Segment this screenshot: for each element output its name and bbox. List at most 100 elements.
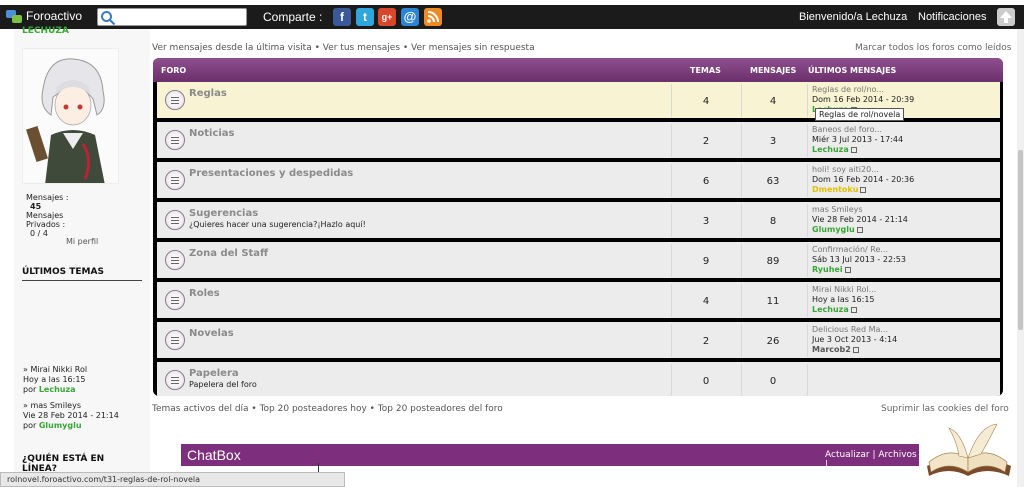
google-plus-icon[interactable]: g+	[378, 8, 396, 26]
column-divider	[671, 364, 672, 396]
last-post-date: Dom 16 Feb 2014 - 20:39	[812, 95, 915, 104]
forum-title[interactable]: Roles	[189, 288, 220, 299]
last-post-title[interactable]: Confirmación/ Re...	[812, 245, 906, 255]
forum-post-count: 89	[766, 256, 780, 267]
forum-row[interactable]: Sugerencias ¿Quieres hacer una sugerencia…	[157, 202, 1000, 240]
forum-title[interactable]: Reglas	[189, 88, 227, 99]
delete-cookies-link[interactable]: Suprimir las cookies del foro	[881, 404, 1009, 414]
forum-post-count: 4	[769, 96, 777, 107]
forum-title[interactable]: Noticias	[189, 128, 235, 139]
column-divider	[807, 84, 808, 117]
last-post-user[interactable]: Ryuhei	[812, 265, 843, 274]
go-to-last-post-icon[interactable]	[856, 227, 863, 233]
search-box[interactable]	[97, 8, 247, 26]
latest-topic-by: por	[23, 385, 37, 394]
column-divider	[671, 164, 672, 197]
forum-title[interactable]: Papelera	[189, 368, 239, 379]
header-foro: FORO	[161, 66, 187, 75]
forum-title[interactable]: Sugerencias	[189, 208, 258, 219]
forum-topic-count: 2	[702, 336, 710, 347]
avatar[interactable]	[22, 48, 119, 184]
search-input[interactable]	[118, 10, 243, 24]
rss-icon[interactable]	[424, 8, 442, 26]
forum-title[interactable]: Presentaciones y despedidas	[189, 168, 353, 179]
private-messages-count: 0 / 4	[30, 229, 48, 238]
mark-all-read-link[interactable]: Marcar todos los foros como leídos	[855, 43, 1011, 53]
forum-last-post: holi! soy aiti20... Dom 16 Feb 2014 - 20:…	[812, 165, 914, 195]
go-to-last-post-icon[interactable]	[860, 187, 867, 193]
notifications-link[interactable]: Notificaciones	[918, 11, 986, 23]
my-profile-link[interactable]: Mi perfil	[66, 237, 98, 246]
footer-links[interactable]: Temas activos del día • Top 20 posteador…	[152, 404, 503, 414]
latest-topic-item[interactable]: » Mirai Nikki Rol Hoy a las 16:15 por Le…	[23, 365, 87, 395]
last-post-title[interactable]: Delicious Red Ma...	[812, 325, 897, 335]
scrollbar-thumb[interactable]	[1018, 150, 1023, 330]
forum-row[interactable]: Noticias 2 3 Baneos del foro... Miér 3 Jul 2…	[157, 122, 1000, 160]
forum-topic-count: 0	[702, 376, 710, 387]
latest-topic-date: Vie 28 Feb 2014 - 21:14	[23, 411, 119, 420]
go-to-last-post-icon[interactable]	[852, 347, 859, 353]
forum-post-count: 63	[766, 176, 780, 187]
forum-row[interactable]: Zona del Staff 9 89 Confirmación/ Re... Sáb …	[157, 242, 1000, 280]
forum-status-icon	[165, 250, 185, 270]
column-divider	[741, 204, 742, 237]
forum-row[interactable]: Roles 4 11 Mirai Nikki Rol... Hoy a las 16:1…	[157, 282, 1000, 320]
forum-status-icon	[165, 370, 185, 390]
go-to-last-post-icon[interactable]	[850, 147, 857, 153]
column-divider	[741, 324, 742, 357]
forum-row[interactable]: Presentaciones y despedidas 6 63 holi! soy …	[157, 162, 1000, 200]
column-divider	[671, 284, 672, 317]
header-mensajes: MENSAJES	[750, 66, 797, 75]
last-post-title[interactable]: Baneos del foro...	[812, 125, 903, 135]
latest-topic-item[interactable]: » mas Smileys Vie 28 Feb 2014 - 21:14 po…	[23, 401, 119, 431]
latest-topic-user[interactable]: Glumyglu	[39, 421, 82, 430]
last-post-user[interactable]: Lechuza	[812, 145, 849, 154]
latest-topic-user[interactable]: Lechuza	[39, 385, 76, 394]
forum-post-count: 26	[766, 336, 780, 347]
forum-title[interactable]: Zona del Staff	[189, 248, 268, 259]
last-post-title[interactable]: mas Smileys	[812, 205, 908, 215]
column-divider	[807, 364, 808, 396]
go-to-last-post-icon[interactable]	[850, 307, 857, 313]
column-divider	[741, 84, 742, 117]
email-icon[interactable]: @	[401, 8, 419, 26]
forum-last-post: Delicious Red Ma... Jue 3 Oct 2013 - 4:14…	[812, 325, 897, 355]
go-to-last-post-icon[interactable]	[844, 267, 851, 273]
scroll-up-icon[interactable]	[997, 8, 1015, 26]
facebook-icon[interactable]: f	[333, 8, 351, 26]
latest-topics-heading: ÚLTIMOS TEMAS	[22, 267, 142, 281]
last-post-title[interactable]: Mirai Nikki Rol...	[812, 285, 876, 295]
welcome-user-link[interactable]: Bienvenido/a Lechuza	[799, 11, 907, 23]
forum-title[interactable]: Novelas	[189, 328, 234, 339]
header-ultimos: ÚLTIMOS MENSAJES	[808, 66, 897, 75]
forum-row[interactable]: Papelera Papelera del foro 0 0	[157, 362, 1000, 396]
column-divider	[671, 324, 672, 357]
last-post-date: Miér 3 Jul 2013 - 17:44	[812, 135, 904, 144]
forum-post-count: 11	[766, 296, 780, 307]
forum-topic-count: 9	[702, 256, 710, 267]
forum-last-post: Baneos del foro... Miér 3 Jul 2013 - 17:4…	[812, 125, 903, 155]
foroactivo-logo-icon	[6, 9, 22, 23]
latest-topic-title[interactable]: » mas Smileys	[23, 401, 119, 411]
forum-status-icon	[165, 170, 185, 190]
last-post-user[interactable]: Lechuza	[812, 305, 849, 314]
latest-topic-title[interactable]: » Mirai Nikki Rol	[23, 365, 87, 375]
last-post-title[interactable]: Reglas de rol/no...	[812, 85, 914, 95]
main-top-links[interactable]: Ver mensajes desde la última visita • Ve…	[152, 43, 535, 53]
last-post-user[interactable]: Marcob2	[812, 345, 851, 354]
brand-logo[interactable]: Foroactivo	[6, 9, 82, 23]
last-post-title[interactable]: holi! soy aiti20...	[812, 165, 914, 175]
top-toolbar: Foroactivo Comparte : f t g+ @ Bienvenid…	[0, 5, 1024, 29]
open-book-image	[919, 416, 1017, 487]
chatbox-links[interactable]: Actualizar | Archivos |	[825, 450, 919, 470]
forum-row[interactable]: Novelas 2 26 Delicious Red Ma... Jue 3 Oct 2…	[157, 322, 1000, 360]
latest-topic-by: por	[23, 421, 37, 430]
forum-topic-count: 2	[702, 136, 710, 147]
last-post-user[interactable]: Dmentoku	[812, 185, 858, 194]
sidebar-username[interactable]: LECHUZA	[22, 26, 69, 36]
forum-status-icon	[165, 330, 185, 350]
chatbox-title: ChatBox	[187, 447, 241, 463]
last-post-user[interactable]: Glumyglu	[812, 225, 855, 234]
twitter-icon[interactable]: t	[356, 8, 374, 26]
forum-description: Papelera del foro	[189, 380, 257, 389]
